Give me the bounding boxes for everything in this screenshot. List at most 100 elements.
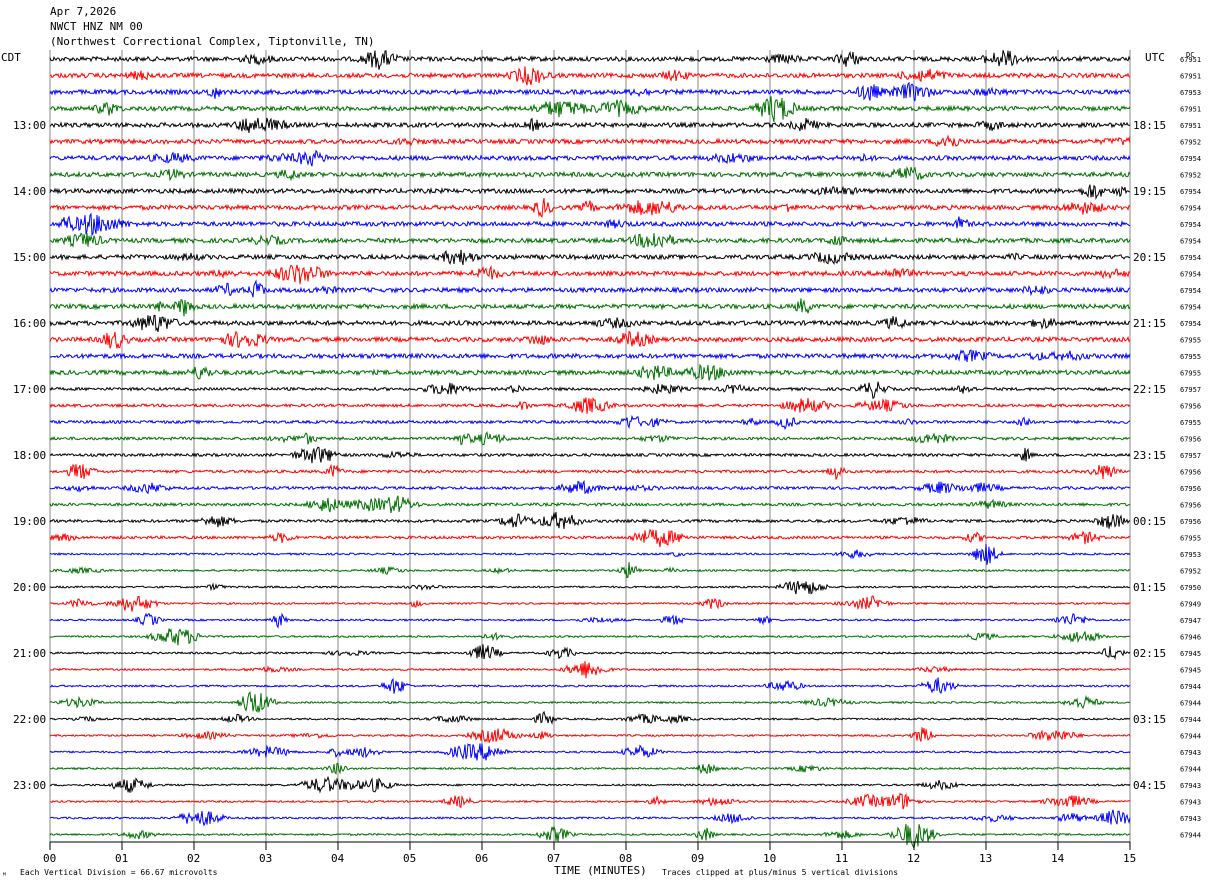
dc-value-label: 67953 (1180, 89, 1201, 97)
trace-row-45 (50, 792, 1131, 810)
trace-row-28 (49, 511, 1131, 529)
helicorder-plot: Apr 7,2026 NWCT HNZ NM 00 (Northwest Cor… (1, 5, 1201, 880)
footer-clip-note: Traces clipped at plus/minus 5 vertical … (662, 868, 898, 877)
trace-row-12 (49, 249, 1131, 266)
dc-value-label: 67954 (1180, 221, 1201, 229)
trace-row-9 (49, 198, 1131, 218)
x-axis: 00 01 02 03 04 05 06 07 08 09 10 11 12 13 14 15 (43, 841, 1136, 865)
dc-value-label: 67954 (1180, 238, 1201, 246)
right-utc-label: 04:15 (1133, 779, 1166, 792)
dc-value-label: 67944 (1180, 766, 1201, 774)
trace-row-37 (49, 661, 1131, 679)
dc-value-label: 67956 (1180, 403, 1201, 411)
trace-row-25 (49, 463, 1131, 480)
right-utc-label: 01:15 (1133, 581, 1166, 594)
dc-value-label: 67952 (1180, 172, 1201, 180)
x-axis-title: TIME (MINUTES) (554, 864, 647, 877)
left-hour-label: 20:00 (13, 581, 46, 594)
x-tick-label: 15 (1123, 852, 1136, 865)
right-utc-label: 02:15 (1133, 647, 1166, 660)
dc-value-label: 67949 (1180, 601, 1201, 609)
trace-row-7 (49, 165, 1131, 182)
dc-value-label: 67946 (1180, 634, 1201, 642)
trace-row-30 (49, 543, 1131, 565)
dc-value-label: 67954 (1180, 205, 1201, 213)
trace-row-10 (49, 212, 1131, 236)
trace-row-19 (49, 363, 1131, 381)
right-utc-label: 18:15 (1133, 119, 1166, 132)
dc-value-label: 67951 (1180, 73, 1201, 81)
trace-row-29 (49, 528, 1131, 548)
dc-value-label: 67943 (1180, 782, 1201, 790)
trace-row-0 (49, 50, 1131, 70)
dc-value-label: 67954 (1180, 304, 1201, 312)
trace-row-24 (49, 446, 1131, 464)
trace-row-14 (49, 279, 1131, 298)
dc-value-label: 67952 (1180, 568, 1201, 576)
right-utc-label: 00:15 (1133, 515, 1166, 528)
dc-value-label: 67944 (1180, 832, 1201, 840)
dc-value-label: 67954 (1180, 271, 1201, 279)
left-hour-label: 23:00 (13, 779, 46, 792)
trace-row-4 (49, 117, 1131, 133)
trace-row-44 (49, 775, 1131, 794)
dc-value-label: 67950 (1180, 584, 1201, 592)
right-utc-label: 22:15 (1133, 383, 1166, 396)
dc-value-label: 67947 (1180, 617, 1201, 625)
dc-value-label: 67954 (1180, 320, 1201, 328)
trace-row-35 (49, 627, 1131, 646)
x-tick-label: 12 (907, 852, 920, 865)
dc-value-label: 67943 (1180, 749, 1201, 757)
dc-value-label: 67954 (1180, 155, 1201, 163)
x-tick-label: 06 (475, 852, 488, 865)
left-hour-label: 15:00 (13, 251, 46, 264)
dc-value-label: 67957 (1180, 452, 1201, 460)
x-tick-label: 13 (979, 852, 992, 865)
trace-row-41 (49, 727, 1131, 743)
left-hour-label: 19:00 (13, 515, 46, 528)
trace-row-31 (49, 562, 1131, 579)
corner-mark: ᴹ (2, 871, 7, 880)
left-hour-label: 22:00 (13, 713, 46, 726)
left-hour-label: 17:00 (13, 383, 46, 396)
trace-row-17 (49, 330, 1131, 349)
left-hour-label: 13:00 (13, 119, 46, 132)
trace-row-23 (49, 431, 1131, 446)
trace-row-11 (49, 232, 1131, 249)
trace-row-46 (49, 809, 1131, 827)
dc-value-label: 67955 (1180, 419, 1201, 427)
dc-value-label: 67944 (1180, 733, 1201, 741)
trace-row-20 (49, 381, 1131, 400)
trace-row-47 (49, 823, 1131, 850)
dc-value-label: 67943 (1180, 815, 1201, 823)
left-hour-label: 14:00 (13, 185, 46, 198)
dc-value-label: 67944 (1180, 716, 1201, 724)
trace-row-34 (49, 612, 1131, 629)
left-hour-label: 18:00 (13, 449, 46, 462)
right-utc-label: 23:15 (1133, 449, 1166, 462)
x-tick-label: 14 (1051, 852, 1065, 865)
seismic-traces (49, 50, 1131, 850)
x-tick-label: 03 (259, 852, 272, 865)
left-hour-label: 21:00 (13, 647, 46, 660)
trace-row-42 (49, 743, 1131, 761)
left-timezone-label: CDT (1, 51, 21, 64)
dc-value-label: 67956 (1180, 469, 1201, 477)
dc-value-label: 67952 (1180, 139, 1201, 147)
trace-row-8 (49, 184, 1131, 201)
left-hour-label: 16:00 (13, 317, 46, 330)
right-utc-label: 20:15 (1133, 251, 1166, 264)
header-date: Apr 7,2026 (50, 5, 116, 18)
trace-row-21 (49, 397, 1131, 414)
dc-value-label: 67954 (1180, 287, 1201, 295)
dc-value-label: 67953 (1180, 551, 1201, 559)
trace-row-16 (49, 314, 1131, 333)
trace-row-39 (49, 691, 1131, 713)
dc-value-label: 67951 (1180, 122, 1201, 130)
dc-value-label: 67943 (1180, 799, 1201, 807)
trace-row-27 (49, 495, 1131, 513)
trace-row-22 (49, 414, 1131, 430)
dc-value-label: 67956 (1180, 502, 1201, 510)
trace-row-40 (49, 710, 1131, 725)
dc-value-label: 67956 (1180, 436, 1201, 444)
